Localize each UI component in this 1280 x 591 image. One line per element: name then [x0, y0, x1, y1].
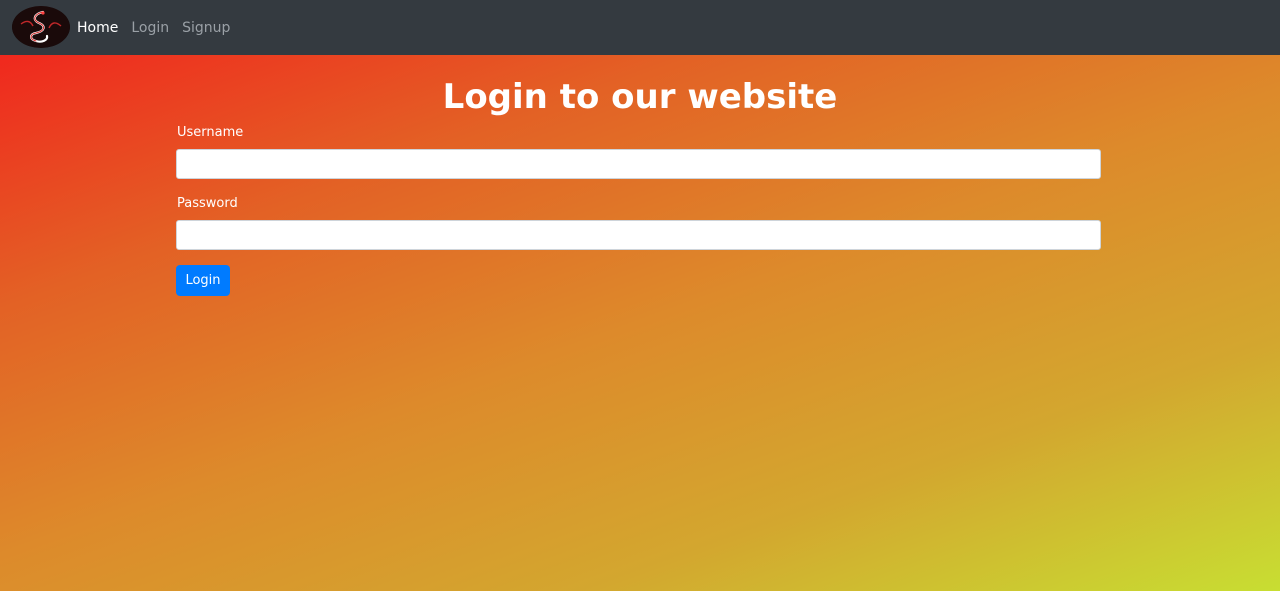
- navbar: Home Login Signup: [0, 0, 1280, 55]
- username-label: Username: [177, 125, 244, 140]
- password-label: Password: [177, 196, 238, 211]
- nav-link-signup[interactable]: Signup: [182, 19, 230, 37]
- login-section: Login to our website Username Password L…: [0, 55, 1280, 591]
- dragon-logo-icon[interactable]: [12, 6, 70, 48]
- nav-link-login[interactable]: Login: [131, 19, 169, 37]
- username-input[interactable]: [176, 149, 1101, 179]
- nav-link-home[interactable]: Home: [77, 19, 118, 37]
- nav-links: Home Login Signup: [77, 19, 243, 37]
- login-button[interactable]: Login: [176, 265, 230, 296]
- page-title: Login to our website: [442, 77, 838, 117]
- password-input[interactable]: [176, 220, 1101, 250]
